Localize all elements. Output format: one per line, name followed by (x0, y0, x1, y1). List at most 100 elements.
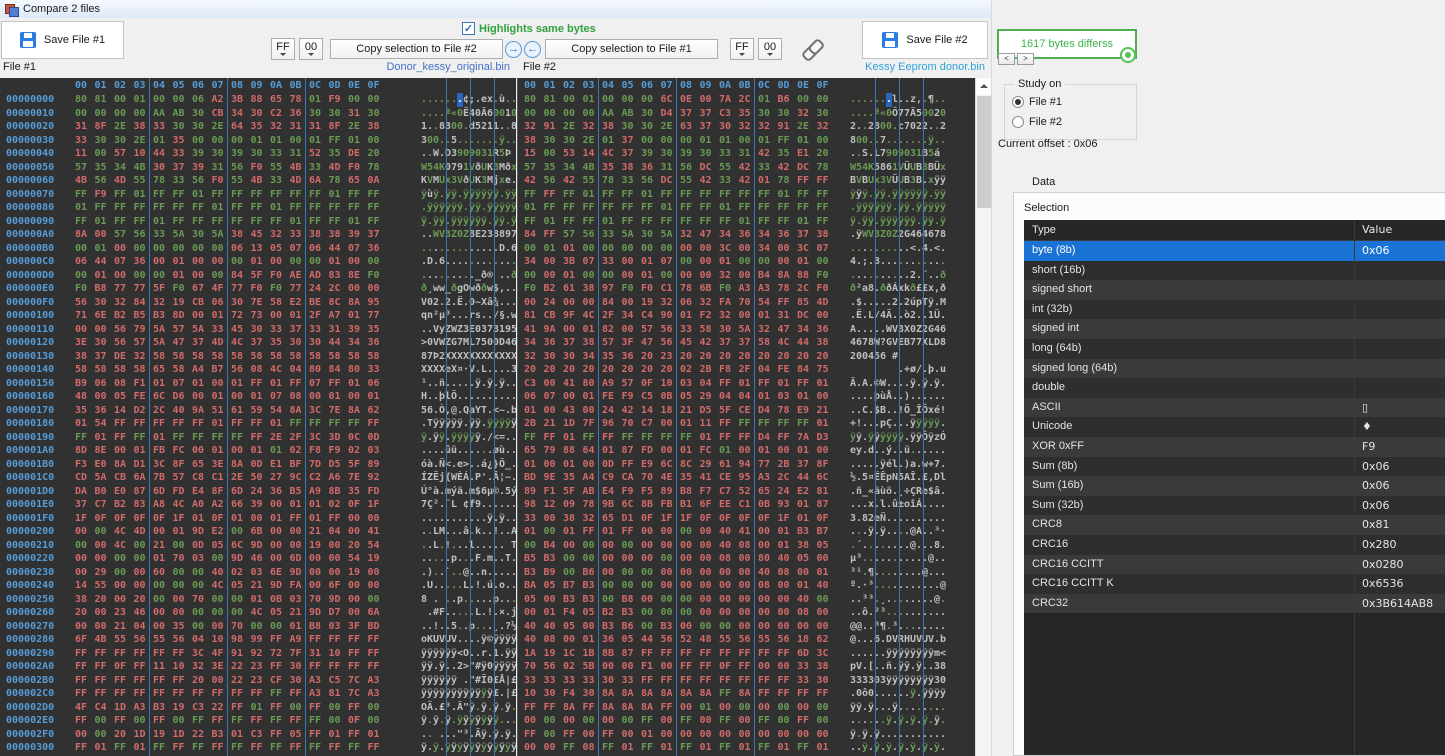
hex-byte[interactable]: 31 (348, 107, 367, 121)
hex-byte[interactable]: 04 (192, 633, 211, 647)
hex-byte[interactable]: 00 (309, 390, 328, 404)
hex-byte[interactable]: 88 (797, 269, 816, 283)
hex-byte[interactable]: 32 (114, 296, 133, 310)
hex-byte[interactable]: FF (95, 674, 114, 688)
hex-byte[interactable]: FF (797, 714, 816, 728)
hex-byte[interactable]: 00 (817, 620, 836, 634)
hex-byte[interactable]: 34 (758, 228, 777, 242)
save-file2-button[interactable]: Save File #2 (862, 21, 988, 59)
hex-byte[interactable]: 00 (114, 242, 133, 256)
hex-byte[interactable]: 72 (270, 647, 289, 661)
hex-byte[interactable]: FD (368, 485, 387, 499)
hex-byte[interactable]: 00 (641, 525, 660, 539)
hex-byte[interactable]: FF (719, 215, 738, 229)
hex-byte[interactable]: 6A (368, 606, 387, 620)
hex-byte[interactable]: FF (270, 188, 289, 202)
hex-byte[interactable]: 20 (778, 350, 797, 364)
hex-byte[interactable]: 00 (719, 606, 738, 620)
hex-byte[interactable]: 33 (153, 120, 172, 134)
hex-byte[interactable]: 19 (173, 296, 192, 310)
hex-byte[interactable]: 47 (778, 323, 797, 337)
hex-byte[interactable]: 01 (602, 215, 621, 229)
ascii-char[interactable]: ð (940, 282, 946, 296)
ascii-char[interactable]: . (511, 93, 516, 107)
hex-byte[interactable]: 07 (173, 377, 192, 391)
hex-byte[interactable]: A9 (309, 485, 328, 499)
hex-byte[interactable]: 00 (95, 390, 114, 404)
hex-byte[interactable]: 33 (602, 228, 621, 242)
hex-byte[interactable]: 0F (719, 512, 738, 526)
hex-byte[interactable]: 23 (251, 674, 270, 688)
hex-row[interactable]: 0000016048H00.05.FEþ6ClD6Ö00.01.00.01.07… (0, 390, 516, 404)
hex-byte[interactable]: 01 (251, 390, 270, 404)
hex-byte[interactable]: 00 (544, 147, 563, 161)
hex-byte[interactable]: 0B (270, 593, 289, 607)
hex-byte[interactable]: F0 (817, 282, 836, 296)
hex-row[interactable]: 41A9A.00.01.82.00.57W56V33358X3005AZ3224… (518, 323, 975, 337)
hex-byte[interactable]: 01 (563, 525, 582, 539)
hex-byte[interactable]: 22 (192, 728, 211, 742)
hex-byte[interactable]: 00 (641, 620, 660, 634)
hex-byte[interactable]: 33 (797, 674, 816, 688)
hex-byte[interactable]: 9D (192, 525, 211, 539)
hex-byte[interactable]: FF (114, 714, 133, 728)
hex-byte[interactable]: FF (309, 188, 328, 202)
hex-byte[interactable]: 42 (758, 147, 777, 161)
selection-table-row[interactable]: Sum (8b)0x06 (1024, 457, 1445, 477)
hex-byte[interactable]: 89 (524, 485, 543, 499)
hex-byte[interactable]: 36 (270, 485, 289, 499)
hex-byte[interactable]: A8 (153, 498, 172, 512)
hex-byte[interactable]: 3C (192, 647, 211, 661)
hex-byte[interactable]: B3 (797, 525, 816, 539)
hex-byte[interactable]: 58 (173, 350, 192, 364)
hex-byte[interactable]: 31 (778, 309, 797, 323)
hex-byte[interactable]: FF (524, 728, 543, 742)
hex-byte[interactable]: FF (797, 174, 816, 188)
hex-byte[interactable]: 5F (563, 485, 582, 499)
hex-byte[interactable]: 01 (348, 215, 367, 229)
ascii-char[interactable]: 8 (940, 336, 946, 350)
hex-byte[interactable]: 59 (251, 404, 270, 418)
hex-byte[interactable]: 8A (348, 404, 367, 418)
hex-byte[interactable]: F2 (700, 309, 719, 323)
hex-byte[interactable]: 32 (680, 228, 699, 242)
hex-byte[interactable]: FF (641, 741, 660, 755)
hex-byte[interactable]: FF (173, 741, 192, 755)
hex-row[interactable]: B5µB3³00.00.00.00.00.00.00.00.08.00.80.4… (518, 552, 975, 566)
hex-byte[interactable]: 34 (524, 255, 543, 269)
hex-byte[interactable]: 32 (758, 120, 777, 134)
hex-row[interactable]: FFÿ01.FFÿFFÿ01.FFÿFFÿFFÿFFÿFFÿFFÿ01.FFÿF… (518, 215, 975, 229)
ascii-char[interactable]: ÿ (940, 215, 946, 229)
hex-byte[interactable]: 9D (329, 593, 348, 607)
hex-byte[interactable]: 82 (602, 323, 621, 337)
hex-row[interactable]: FFÿ00.FFÿ00.FFÿ00.01.00.00.00.00.00.00.0… (518, 728, 975, 742)
hex-byte[interactable]: 40 (778, 552, 797, 566)
hex-byte[interactable]: C7 (719, 485, 738, 499)
hex-byte[interactable]: 01 (641, 188, 660, 202)
hex-byte[interactable]: 01 (270, 444, 289, 458)
hex-byte[interactable]: 00 (680, 579, 699, 593)
hex-byte[interactable]: 01 (153, 134, 172, 148)
hex-byte[interactable]: 84 (231, 269, 250, 283)
arrow-left-icon[interactable]: ← (524, 41, 541, 58)
hex-byte[interactable]: 33 (270, 174, 289, 188)
hex-byte[interactable]: FF (622, 215, 641, 229)
hex-byte[interactable]: 6D (153, 485, 172, 499)
hex-byte[interactable]: FF (192, 431, 211, 445)
hex-byte[interactable]: FF (95, 647, 114, 661)
hex-byte[interactable]: 5A (153, 323, 172, 337)
hex-byte[interactable]: FF (75, 431, 94, 445)
hex-byte[interactable]: FF (251, 215, 270, 229)
hex-byte[interactable]: 35 (251, 120, 270, 134)
hex-byte[interactable]: FF (75, 215, 94, 229)
hex-byte[interactable]: 4C (114, 525, 133, 539)
hex-byte[interactable]: FF (114, 417, 133, 431)
ascii-char[interactable]: < (940, 647, 946, 661)
hex-byte[interactable]: 00 (75, 728, 94, 742)
hex-byte[interactable]: 39 (348, 228, 367, 242)
hex-byte[interactable]: 01 (251, 701, 270, 715)
hex-byte[interactable]: 4B (95, 633, 114, 647)
hex-byte[interactable]: 20 (797, 350, 816, 364)
hex-byte[interactable]: 00 (173, 579, 192, 593)
hex-byte[interactable]: FF (544, 431, 563, 445)
